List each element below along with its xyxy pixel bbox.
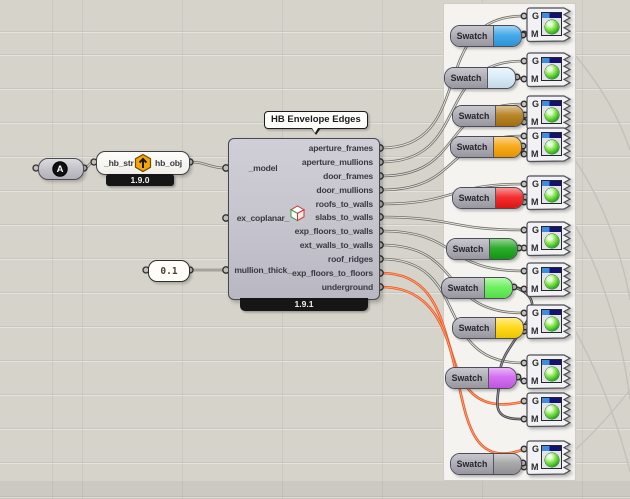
swatch-label: Swatch — [453, 318, 496, 338]
grasshopper-canvas[interactable]: A _hb_str hb_obj 1.9.0 0.1 HB Envelope E… — [0, 0, 630, 499]
preview-icon — [541, 100, 562, 124]
swatch-light-green[interactable]: Swatch — [441, 277, 513, 299]
version-badge: 1.9.1 — [240, 298, 368, 311]
preview-input-g-label: G — [532, 131, 539, 141]
preview-input-m-label: M — [531, 29, 539, 39]
swatch-color-bar[interactable] — [496, 318, 523, 338]
swatch-color-bar[interactable] — [496, 188, 523, 208]
preview-input-g-label: G — [532, 396, 539, 406]
swatch-orange[interactable]: Swatch — [450, 136, 522, 158]
swatch-green[interactable]: Swatch — [446, 238, 518, 260]
custom-preview-component[interactable]: GM — [526, 354, 573, 391]
svg-text:A: A — [57, 164, 64, 175]
preview-input-m-label: M — [531, 414, 539, 424]
preview-icon — [541, 445, 562, 469]
preview-icon — [541, 132, 562, 156]
number-panel-value: 0.1 — [160, 266, 177, 277]
custom-preview-component[interactable]: GM — [526, 127, 573, 164]
swatch-color-bar[interactable] — [489, 368, 516, 388]
preview-input-m-label: M — [531, 326, 539, 336]
swatch-label: Swatch — [451, 26, 494, 46]
swatch-orchid[interactable]: Swatch — [445, 367, 517, 389]
output-label-underground: underground — [276, 282, 373, 292]
preview-input-g-label: G — [532, 11, 539, 21]
component-name-tag: HB Envelope Edges — [264, 111, 368, 129]
swatch-pale-blue[interactable]: Swatch — [444, 67, 516, 89]
swatch-label: Swatch — [453, 188, 496, 208]
input-label-mullion_thick_: mullion_thick_ — [230, 265, 296, 275]
custom-preview-component[interactable]: GM — [526, 52, 573, 89]
swatch-color-bar[interactable] — [494, 137, 521, 157]
swatch-blue[interactable]: Swatch — [450, 25, 522, 47]
preview-icon — [541, 226, 562, 250]
output-label-door_mullions: door_mullions — [276, 185, 373, 195]
swatch-color-bar[interactable] — [494, 26, 521, 46]
preview-input-m-label: M — [531, 74, 539, 84]
output-label-exp_floors_to_walls: exp_floors_to_walls — [276, 226, 373, 236]
swatch-label: Swatch — [446, 368, 489, 388]
custom-preview-component[interactable]: GM — [526, 262, 573, 299]
swatch-label: Swatch — [453, 106, 496, 126]
output-label-roofs_to_walls: roofs_to_walls — [276, 199, 373, 209]
input-label-ex_coplanar_: ex_coplanar_ — [230, 213, 296, 223]
preview-input-g-label: G — [532, 225, 539, 235]
preview-input-m-label: M — [531, 284, 539, 294]
preview-input-g-label: G — [532, 358, 539, 368]
preview-icon — [541, 180, 562, 204]
input-label-_model: _model — [230, 163, 296, 173]
preview-icon — [541, 12, 562, 36]
swatch-label: Swatch — [442, 278, 485, 298]
preview-icon — [541, 57, 562, 81]
swatch-dark-goldenrod[interactable]: Swatch — [452, 105, 524, 127]
output-label-roof_ridges: roof_ridges — [276, 254, 373, 264]
preview-input-g-label: G — [532, 56, 539, 66]
custom-preview-component[interactable]: GM — [526, 221, 573, 258]
swatch-label: Swatch — [447, 239, 490, 259]
preview-input-g-label: G — [532, 308, 539, 318]
preview-input-g-label: G — [532, 179, 539, 189]
swatch-color-bar[interactable] — [485, 278, 512, 298]
preview-icon — [541, 267, 562, 291]
a-icon: A — [52, 161, 68, 177]
preview-input-g-label: G — [532, 444, 539, 454]
preview-input-m-label: M — [531, 149, 539, 159]
custom-preview-component[interactable]: GM — [526, 175, 573, 212]
swatch-yellow[interactable]: Swatch — [452, 317, 524, 339]
swatch-color-bar[interactable] — [496, 106, 523, 126]
custom-preview-component[interactable]: GM — [526, 392, 573, 429]
hb-string-to-object-component[interactable]: _hb_str hb_obj — [96, 151, 190, 175]
custom-preview-component[interactable]: GM — [526, 440, 573, 477]
number-panel[interactable]: 0.1 — [148, 260, 190, 282]
output-label-ext_walls_to_walls: ext_walls_to_walls — [276, 240, 373, 250]
preview-input-m-label: M — [531, 243, 539, 253]
preview-input-g-label: G — [532, 266, 539, 276]
custom-preview-component[interactable]: GM — [526, 7, 573, 44]
swatch-color-bar[interactable] — [488, 68, 515, 88]
hb-output-label: hb_obj — [155, 158, 182, 168]
version-badge: 1.9.0 — [106, 174, 174, 186]
preview-input-m-label: M — [531, 376, 539, 386]
swatch-gray[interactable]: Swatch — [450, 453, 522, 475]
hexagon-arrow-icon — [133, 153, 153, 173]
swatch-label: Swatch — [451, 454, 494, 474]
custom-preview-component[interactable]: GM — [526, 304, 573, 341]
preview-input-m-label: M — [531, 462, 539, 472]
preview-input-m-label: M — [531, 117, 539, 127]
swatch-color-bar[interactable] — [494, 454, 521, 474]
swatch-label: Swatch — [445, 68, 488, 88]
preview-icon — [541, 359, 562, 383]
swatch-red[interactable]: Swatch — [452, 187, 524, 209]
preview-input-g-label: G — [532, 99, 539, 109]
hb-input-label: _hb_str — [104, 158, 134, 168]
swatch-label: Swatch — [451, 137, 494, 157]
preview-icon — [541, 397, 562, 421]
a-parameter[interactable]: A — [38, 158, 84, 180]
preview-input-m-label: M — [531, 197, 539, 207]
output-label-aperture_frames: aperture_frames — [276, 143, 373, 153]
preview-icon — [541, 309, 562, 333]
swatch-color-bar[interactable] — [490, 239, 517, 259]
